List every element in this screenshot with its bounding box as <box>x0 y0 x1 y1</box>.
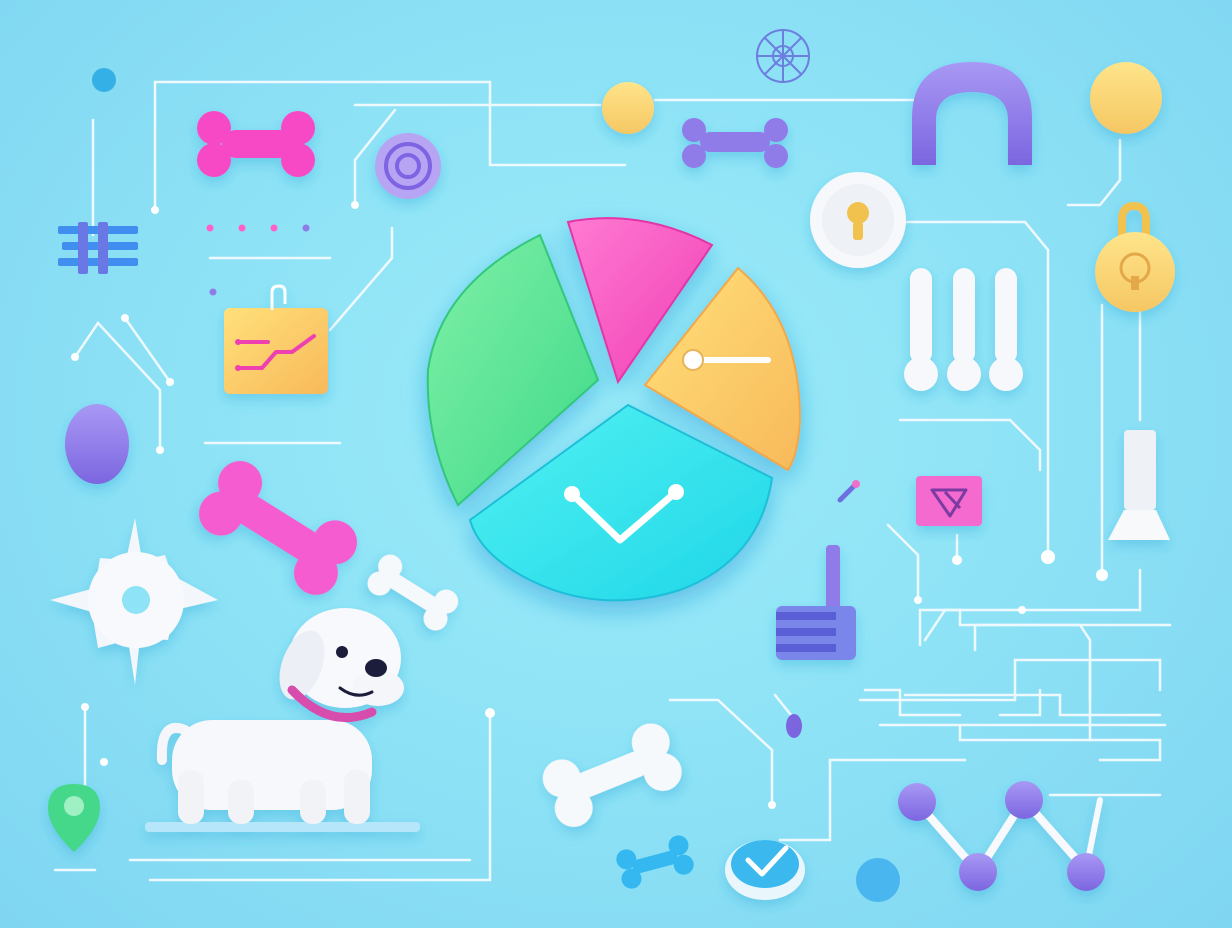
gear-icon <box>50 518 218 685</box>
connector-icon-right <box>776 545 856 660</box>
illustration-canvas <box>48 29 1175 902</box>
clipboard-icon <box>224 284 328 394</box>
connector-icon-left <box>58 222 138 274</box>
pipette-icon <box>1108 430 1170 540</box>
bone-icon-pink-top <box>197 111 315 177</box>
bone-icon-purple-top <box>682 118 788 168</box>
spiral-coin-icon <box>375 133 441 199</box>
bone-icon-white-large <box>542 723 682 827</box>
dot-row <box>206 224 310 296</box>
pen-icon <box>837 480 860 503</box>
bead-icon <box>92 68 116 92</box>
blue-dot-icon <box>856 858 900 902</box>
dog-icon <box>145 608 420 832</box>
coin-icon <box>602 82 654 134</box>
pin-icons <box>904 268 1023 391</box>
gear-icon-small <box>756 29 810 83</box>
node-graph-icon <box>898 781 1105 891</box>
shield-badge-icon <box>916 476 982 526</box>
pie-chart-icon <box>426 217 802 602</box>
oval-icon <box>65 404 129 484</box>
slider-handle-icon <box>786 714 802 738</box>
lock-icon <box>1095 201 1175 312</box>
location-pin-icon <box>48 784 100 852</box>
lightbulb-icon <box>810 172 906 268</box>
coin-icon-large <box>1090 62 1162 134</box>
bone-icon-pink-mid <box>198 461 358 595</box>
arch-icon <box>912 62 1032 165</box>
dog-platform <box>145 822 420 832</box>
bone-icon-blue <box>616 835 694 889</box>
check-disc-icon <box>725 840 805 900</box>
